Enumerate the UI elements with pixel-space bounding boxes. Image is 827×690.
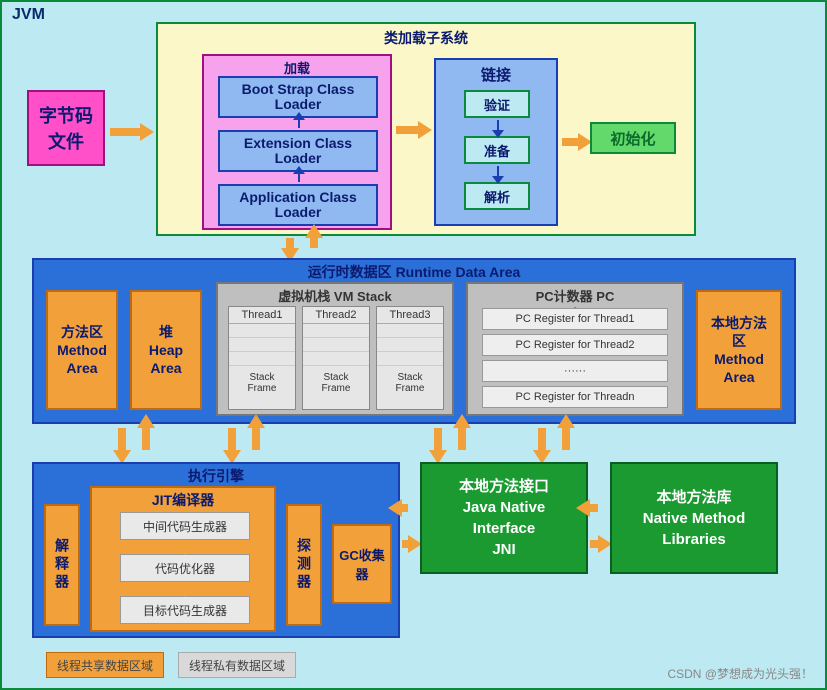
native-method-libraries-label: 本地方法库 Native Method Libraries: [643, 487, 746, 550]
jvm-label: JVM: [12, 6, 45, 24]
watermark: CSDN @梦想成为光头强！: [667, 665, 813, 682]
arrow-exec-to-jni: [402, 538, 408, 550]
application-loader-label: Application Class Loader: [239, 190, 356, 221]
jni-box: 本地方法接口 Java Native Interface JNI: [420, 462, 588, 574]
jni-label: 本地方法接口 Java Native Interface JNI: [459, 476, 549, 560]
thread-column-1: Thread1 Stack Frame: [228, 306, 296, 410]
resolve-label: 解析: [484, 187, 510, 206]
native-method-libraries-box: 本地方法库 Native Method Libraries: [610, 462, 778, 574]
vm-stack-title: 虚拟机栈 VM Stack: [278, 286, 391, 305]
loading-title: 加载: [204, 58, 390, 77]
arrow-nml-to-jni: [590, 502, 598, 514]
stack-frame-label-3: Stack Frame: [377, 366, 443, 394]
jit-step-3: 目标代码生成器: [120, 596, 250, 624]
resolve-step: 解析: [464, 182, 530, 210]
thread-column-2: Thread2 Stack Frame: [302, 306, 370, 410]
thread1-label: Thread1: [229, 307, 295, 324]
gc-collector: GC收集器: [332, 524, 392, 604]
class-loader-title: 类加载子系统: [384, 28, 468, 48]
heap-area: 堆 Heap Area: [130, 290, 202, 410]
runtime-data-area: 运行时数据区 Runtime Data Area 方法区 Method Area…: [32, 258, 796, 424]
jit-compiler: JIT编译器 中间代码生成器 代码优化器 目标代码生成器: [90, 486, 276, 632]
native-method-area: 本地方法 区 Method Area: [696, 290, 782, 410]
jit-title: JIT编译器: [92, 488, 274, 510]
interpreter: 解释器: [44, 504, 80, 626]
execution-engine: 执行引擎 解释器 JIT编译器 中间代码生成器 代码优化器 目标代码生成器 探测…: [32, 462, 400, 638]
arrow-jni-to-exec: [402, 502, 408, 514]
pc-register: PC计数器 PC Register PC Register for Thread…: [466, 282, 684, 416]
heap-area-label: 堆 Heap Area: [149, 323, 183, 378]
jvm-container: JVM 字节码 文件 类加载子系统 加载 Boot Strap Class Lo…: [0, 0, 827, 690]
interpreter-label: 解释器: [52, 538, 72, 592]
bootstrap-loader-label: Boot Strap Class Loader: [242, 82, 355, 113]
verify-label: 验证: [484, 95, 510, 114]
initialization-box: 初始化: [590, 122, 676, 154]
stack-frame-label-1: Stack Frame: [229, 366, 295, 394]
jit-step-1: 中间代码生成器: [120, 512, 250, 540]
vm-stack: 虚拟机栈 VM Stack Thread1 Stack Frame Thread…: [216, 282, 454, 416]
rda-title: 运行时数据区 Runtime Data Area: [308, 262, 521, 282]
prepare-step: 准备: [464, 136, 530, 164]
profiler: 探测器: [286, 504, 322, 626]
loading-box: 加载 Boot Strap Class Loader Extension Cla…: [202, 54, 392, 230]
prepare-label: 准备: [484, 141, 510, 160]
thread-column-3: Thread3 Stack Frame: [376, 306, 444, 410]
bytecode-file-box: 字节码 文件: [27, 90, 105, 166]
verify-step: 验证: [464, 90, 530, 118]
thread2-label: Thread2: [303, 307, 369, 324]
gc-label: GC收集器: [334, 545, 390, 583]
extension-loader-label: Extension Class Loader: [244, 136, 352, 167]
pc-row-1: PC Register for Thread1: [482, 308, 668, 330]
native-method-area-label: 本地方法 区 Method Area: [711, 314, 767, 387]
thread3-label: Thread3: [377, 307, 443, 324]
profiler-label: 探测器: [294, 538, 314, 592]
legend-private: 线程私有数据区域: [178, 652, 296, 678]
pc-row-4: PC Register for Threadn: [482, 386, 668, 408]
stack-frame-label-2: Stack Frame: [303, 366, 369, 394]
arrow-link-to-init: [562, 136, 578, 148]
pc-row-3: ······: [482, 360, 668, 382]
arrow-load-to-link: [396, 124, 418, 136]
execution-engine-title: 执行引擎: [188, 466, 244, 486]
method-area-label: 方法区 Method Area: [57, 323, 107, 378]
legend-shared: 线程共享数据区域: [46, 652, 164, 678]
linking-title: 链接: [436, 64, 556, 85]
jit-step-2: 代码优化器: [120, 554, 250, 582]
application-loader: Application Class Loader: [218, 184, 378, 226]
initialization-label: 初始化: [610, 128, 655, 149]
class-loader-subsystem: 类加载子系统 加载 Boot Strap Class Loader Extens…: [156, 22, 696, 236]
arrow-jni-to-nml: [590, 538, 598, 550]
pc-row-2: PC Register for Thread2: [482, 334, 668, 356]
bytecode-file-label: 字节码 文件: [39, 102, 93, 154]
method-area: 方法区 Method Area: [46, 290, 118, 410]
linking-box: 链接 验证 准备 解析: [434, 58, 558, 226]
arrow-bytecode-to-loader: [110, 126, 140, 138]
